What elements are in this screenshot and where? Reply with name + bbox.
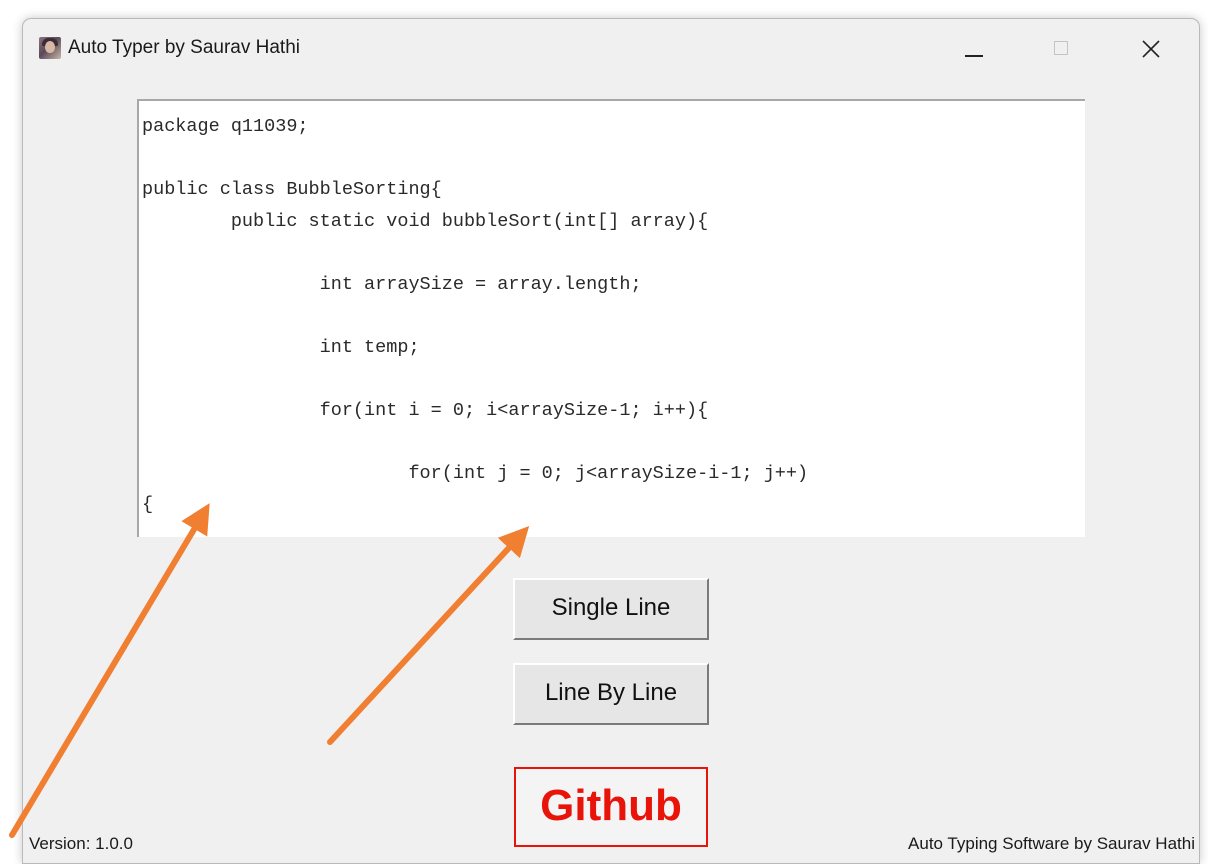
github-link-button[interactable]: Github bbox=[514, 767, 708, 847]
minimize-button[interactable] bbox=[936, 19, 1008, 81]
code-text: package q11039; public class BubbleSorti… bbox=[142, 116, 809, 515]
user-avatar-icon bbox=[39, 37, 61, 59]
line-by-line-button[interactable]: Line By Line bbox=[513, 663, 709, 725]
code-text-area[interactable]: package q11039; public class BubbleSorti… bbox=[137, 99, 1085, 537]
single-line-button[interactable]: Single Line bbox=[513, 578, 709, 640]
app-window: Auto Typer by Saurav Hathi package q1103… bbox=[22, 18, 1200, 864]
maximize-button[interactable] bbox=[1025, 19, 1097, 81]
credit-label: Auto Typing Software by Saurav Hathi bbox=[908, 834, 1195, 853]
window-title: Auto Typer by Saurav Hathi bbox=[68, 37, 300, 58]
title-bar[interactable]: Auto Typer by Saurav Hathi bbox=[23, 19, 1199, 81]
close-button[interactable] bbox=[1115, 19, 1187, 81]
maximize-icon bbox=[1054, 41, 1068, 55]
minimize-icon bbox=[965, 55, 983, 57]
close-icon bbox=[1142, 40, 1160, 58]
version-label: Version: 1.0.0 bbox=[29, 834, 133, 853]
